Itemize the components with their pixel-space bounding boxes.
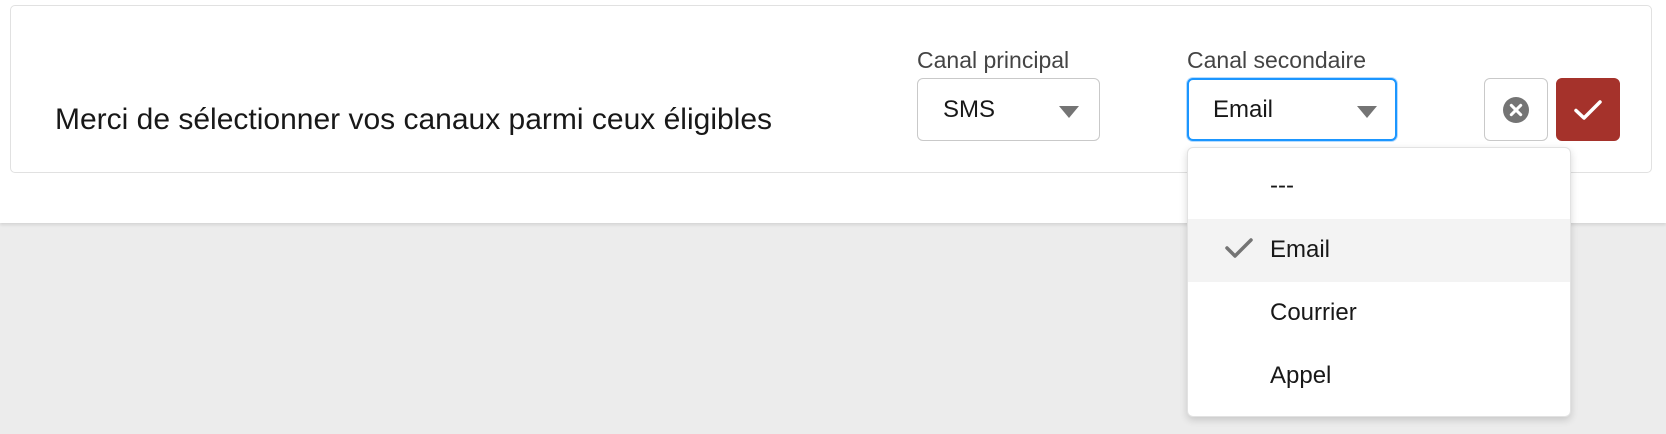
option-label: --- [1270,172,1294,199]
cancel-button[interactable] [1484,78,1548,141]
dropdown-option-courrier[interactable]: Courrier [1188,282,1570,345]
secondary-channel-label: Canal secondaire [1187,47,1367,73]
chevron-down-icon [1059,106,1079,118]
secondary-channel-select[interactable]: Email [1187,78,1397,141]
checkmark-icon [1574,99,1602,120]
secondary-channel-dropdown: --- Email Courrier Appel [1187,147,1571,417]
dropdown-option-appel[interactable]: Appel [1188,345,1570,408]
check-icon [1225,238,1253,258]
close-circle-icon [1503,96,1529,123]
primary-channel-select[interactable]: SMS [917,78,1100,141]
instruction-message: Merci de sélectionner vos canaux parmi c… [55,103,773,136]
confirm-button[interactable] [1556,78,1620,141]
dropdown-option-email[interactable]: Email [1188,219,1570,282]
option-label: Email [1270,236,1331,263]
primary-channel-label: Canal principal [917,47,1070,73]
chevron-down-icon [1357,106,1377,118]
option-label: Courrier [1270,299,1357,326]
option-label: Appel [1270,362,1332,389]
secondary-channel-value: Email [1213,96,1274,123]
dropdown-option-none[interactable]: --- [1188,155,1570,218]
primary-channel-value: SMS [943,96,996,123]
